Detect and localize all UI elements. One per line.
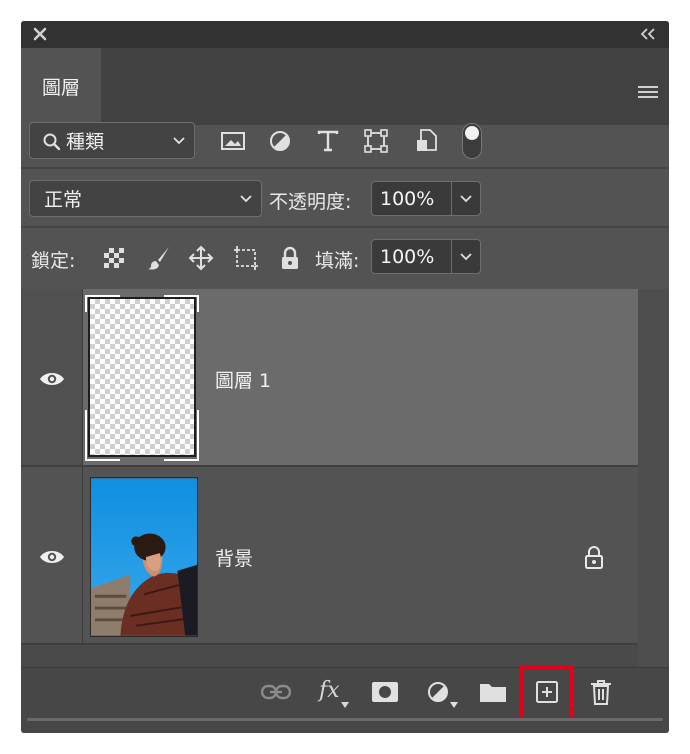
lock-transparent-pixels-icon[interactable]: [103, 247, 125, 269]
layer-row-background[interactable]: 背景: [21, 467, 638, 645]
blend-mode-dropdown[interactable]: 正常: [29, 180, 262, 217]
menu-triangle-icon: [341, 702, 349, 708]
layers-footer: fx: [21, 666, 669, 733]
adjustment-layer-icon[interactable]: [426, 680, 450, 704]
layer-row-layer-1[interactable]: 圖層 1: [21, 289, 638, 467]
filter-kind-dropdown[interactable]: 種類: [29, 122, 195, 159]
filter-kind-value: 種類: [66, 131, 105, 153]
fill-label: 填滿:: [315, 250, 360, 272]
layer-lock-icon[interactable]: [583, 545, 605, 569]
trash-icon[interactable]: [589, 679, 613, 705]
background-thumbnail: [90, 477, 198, 637]
chevron-down-icon: [460, 195, 472, 203]
new-group-icon[interactable]: [479, 681, 507, 703]
background-name[interactable]: 背景: [215, 544, 253, 571]
shape-filter-icon[interactable]: [364, 129, 388, 153]
selection-frame: [85, 295, 199, 461]
fill-value[interactable]: 100%: [372, 246, 460, 268]
opacity-value[interactable]: 100%: [372, 188, 460, 210]
filter-toggle-knob: [465, 126, 479, 140]
opacity-field[interactable]: 100%: [371, 181, 481, 216]
fill-dropdown-button[interactable]: [451, 240, 480, 273]
panel-menu-icon[interactable]: [637, 84, 659, 100]
filter-toggle[interactable]: [462, 123, 482, 159]
new-layer-icon[interactable]: [535, 680, 559, 704]
search-icon: [43, 133, 61, 151]
blend-mode-value: 正常: [44, 189, 83, 211]
chevron-down-icon: [240, 194, 252, 202]
opacity-label: 不透明度:: [269, 191, 352, 213]
fill-field[interactable]: 100%: [371, 239, 481, 274]
link-layers-icon[interactable]: [261, 684, 291, 700]
close-icon[interactable]: [31, 25, 49, 43]
menu-triangle-icon: [450, 702, 458, 708]
eye-icon[interactable]: [38, 370, 66, 388]
lock-image-pixels-icon[interactable]: [147, 245, 171, 271]
panel-bottom-scrollbar[interactable]: [27, 718, 663, 721]
layer-1-name[interactable]: 圖層 1: [215, 366, 271, 393]
lock-position-icon[interactable]: [188, 245, 214, 271]
type-filter-icon[interactable]: [316, 129, 340, 153]
lock-all-icon[interactable]: [279, 246, 301, 270]
adjustment-filter-icon[interactable]: [268, 129, 292, 153]
eye-icon[interactable]: [38, 548, 66, 566]
layers-list: 圖層 1 背景: [21, 289, 669, 667]
collapse-panel-icon[interactable]: [639, 26, 657, 42]
layers-scrollbar[interactable]: [638, 289, 669, 667]
layers-panel: 圖層 種類 正常 不透明度: 100% 鎖定: 填滿: 100% 圖層 1 背景…: [21, 21, 669, 733]
tab-layers[interactable]: 圖層: [21, 48, 101, 125]
layer-mask-icon[interactable]: [371, 681, 399, 703]
panel-titlebar: [21, 21, 669, 48]
image-filter-icon[interactable]: [220, 130, 246, 152]
tab-layers-label: 圖層: [41, 77, 80, 99]
chevron-down-icon: [460, 253, 472, 261]
lock-artboard-icon[interactable]: [233, 245, 259, 271]
lock-label: 鎖定:: [31, 250, 76, 272]
smart-object-filter-icon[interactable]: [415, 128, 439, 154]
opacity-dropdown-button[interactable]: [451, 182, 480, 215]
panel-tabbar: 圖層: [21, 48, 669, 125]
layer-style-icon[interactable]: fx: [319, 678, 340, 703]
chevron-down-icon: [173, 136, 185, 144]
